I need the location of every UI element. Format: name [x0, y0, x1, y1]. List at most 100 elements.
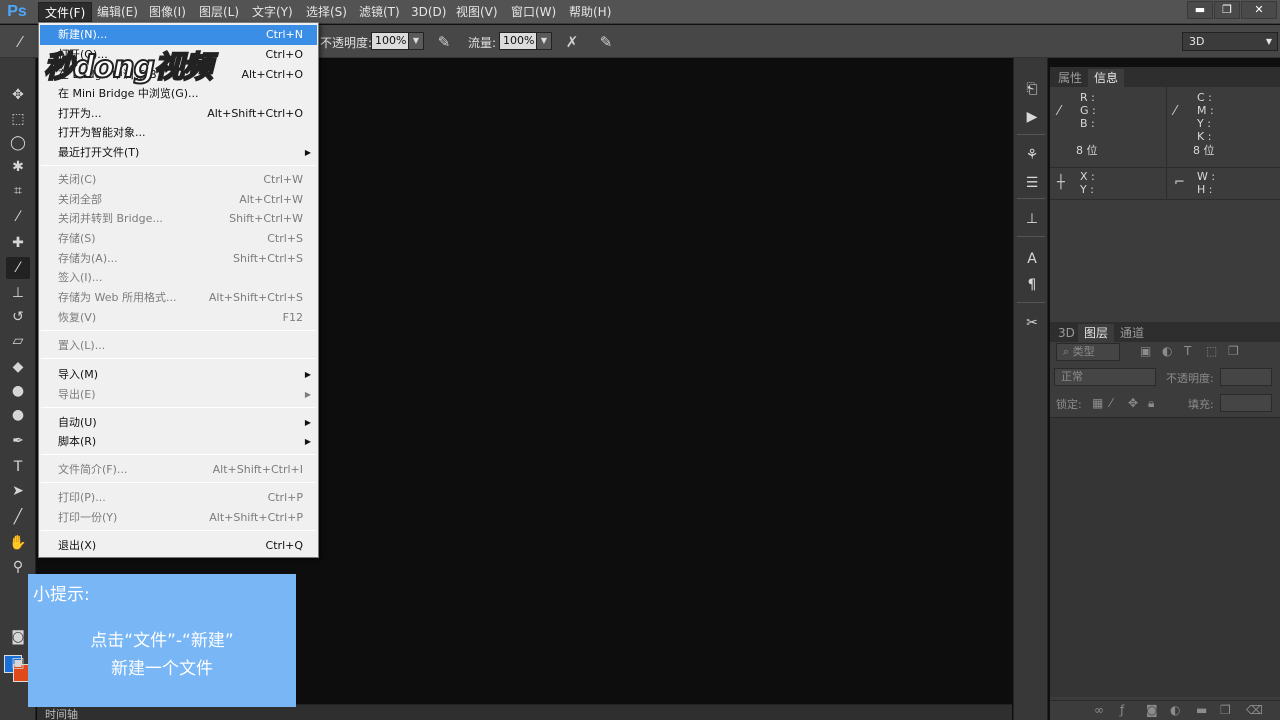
menu-window[interactable]: 窗口(W): [505, 2, 562, 22]
menu-3d[interactable]: 3D(D): [405, 2, 452, 22]
tab-3d[interactable]: 3D: [1052, 324, 1081, 342]
info-panel: 属性 信息 ⁄ R : G : B : 8 位 ⁄ C : M : Y : K …: [1050, 67, 1280, 322]
menu-select[interactable]: 选择(S): [300, 2, 353, 22]
lock-pixels-icon[interactable]: ⁄: [1110, 396, 1112, 410]
menu-edit[interactable]: 编辑(E): [91, 2, 144, 22]
magic-wand-tool-icon[interactable]: ✱: [6, 156, 30, 178]
new-layer-icon[interactable]: ❐: [1220, 703, 1231, 717]
opacity-dropdown-icon[interactable]: ▼: [408, 32, 424, 50]
type-filter-icon[interactable]: T: [1184, 344, 1191, 358]
restore-icon[interactable]: ❐: [1214, 1, 1240, 19]
blend-mode-select[interactable]: 正常: [1054, 368, 1156, 386]
pixel-filter-icon[interactable]: ▣: [1140, 344, 1151, 358]
tab-info[interactable]: 信息: [1088, 69, 1125, 87]
opacity-input[interactable]: 100%: [371, 32, 409, 50]
fill-input[interactable]: [1220, 394, 1272, 412]
search-icon: ⌕: [1063, 345, 1073, 358]
menu-item-label: 打印(P)...: [58, 491, 106, 504]
layer-mask-icon[interactable]: ◙: [1146, 703, 1158, 717]
tab-properties[interactable]: 属性: [1052, 69, 1088, 87]
flow-input[interactable]: 100%: [499, 32, 537, 50]
eyedropper-tool-icon[interactable]: ⁄: [6, 206, 30, 228]
paint-bucket-tool-icon[interactable]: ◆: [6, 356, 30, 378]
menu-filter[interactable]: 滤镜(T): [353, 2, 406, 22]
brush-settings-icon[interactable]: ☰: [1020, 172, 1044, 194]
menu-item-open-as[interactable]: 打开为... Alt+Shift+Ctrl+O: [40, 104, 317, 124]
tip-text-line2: 新建一个文件: [111, 659, 213, 679]
workspace-value: 3D: [1189, 35, 1205, 48]
menu-view[interactable]: 视图(V): [450, 2, 504, 22]
menu-type[interactable]: 文字(Y): [246, 2, 299, 22]
layer-filter-select[interactable]: ⌕ 类型: [1056, 343, 1120, 361]
airbrush-icon[interactable]: ✗: [562, 32, 582, 52]
menu-item-import[interactable]: 导入(M) ▶: [40, 365, 317, 385]
menu-item-recent-files[interactable]: 最近打开文件(T) ▶: [40, 143, 317, 163]
quick-mask-icon[interactable]: ◙: [6, 626, 30, 648]
adjustment-filter-icon[interactable]: ◐: [1162, 344, 1172, 358]
menu-item-open-smart-object[interactable]: 打开为智能对象...: [40, 123, 317, 143]
lock-transparency-icon[interactable]: ▦: [1092, 396, 1103, 410]
brush-presets-icon[interactable]: ⚘: [1020, 144, 1044, 166]
marquee-tool-icon[interactable]: ⬚: [6, 108, 30, 130]
brush-preset-icon[interactable]: ⁄: [10, 32, 30, 52]
menu-item-exit[interactable]: 退出(X) Ctrl+Q: [40, 536, 317, 556]
line-tool-icon[interactable]: ╱: [6, 506, 30, 528]
layer-style-icon[interactable]: ƒ: [1120, 703, 1124, 717]
healing-tool-icon[interactable]: ✚: [6, 232, 30, 254]
clone-source-icon[interactable]: ⊥: [1020, 208, 1044, 230]
lock-label: 锁定:: [1056, 398, 1082, 411]
layer-opacity-input[interactable]: [1220, 368, 1272, 386]
menu-item-shortcut: Ctrl+N: [265, 28, 303, 41]
stamp-tool-icon[interactable]: ⊥: [6, 282, 30, 304]
menu-bar: Ps 文件(F) 编辑(E) 图像(I) 图层(L) 文字(Y) 选择(S) 滤…: [0, 0, 1280, 24]
history-icon[interactable]: ⎗: [1020, 78, 1044, 100]
menu-item-export: 导出(E) ▶: [40, 385, 317, 405]
layer-opacity-label: 不透明度:: [1166, 372, 1214, 385]
flow-dropdown-icon[interactable]: ▼: [536, 32, 552, 50]
path-selection-tool-icon[interactable]: ➤: [6, 480, 30, 502]
character-icon[interactable]: A: [1020, 248, 1044, 270]
lasso-tool-icon[interactable]: ◯: [6, 132, 30, 154]
screen-mode-icon[interactable]: ▣: [6, 652, 30, 674]
zoom-tool-icon[interactable]: ⚲: [6, 556, 30, 578]
menu-item-label: 在 Mini Bridge 中浏览(G)...: [58, 87, 199, 100]
tab-layers[interactable]: 图层: [1078, 324, 1115, 342]
eraser-tool-icon[interactable]: ▱: [6, 330, 30, 352]
pressure-opacity-icon[interactable]: ✎: [434, 32, 454, 52]
delete-layer-icon[interactable]: ⌫: [1246, 703, 1263, 717]
tab-channels[interactable]: 通道: [1114, 324, 1150, 342]
menu-image[interactable]: 图像(I): [143, 2, 192, 22]
workspace-select[interactable]: 3D ▼: [1182, 32, 1278, 51]
hand-tool-icon[interactable]: ✋: [6, 532, 30, 554]
blur-tool-icon[interactable]: ●: [6, 380, 30, 402]
lock-all-icon[interactable]: 🔒︎: [1148, 396, 1154, 411]
pressure-size-icon[interactable]: ✎: [596, 32, 616, 52]
history-brush-tool-icon[interactable]: ↺: [6, 306, 30, 328]
adjustment-layer-icon[interactable]: ◐: [1170, 703, 1180, 717]
new-group-icon[interactable]: ▬: [1196, 703, 1207, 717]
menu-item-automate[interactable]: 自动(U) ▶: [40, 413, 317, 433]
menu-file[interactable]: 文件(F): [38, 2, 93, 22]
smart-object-filter-icon[interactable]: ❐: [1228, 344, 1239, 358]
link-layers-icon[interactable]: ∞: [1094, 703, 1104, 717]
menu-layer[interactable]: 图层(L): [193, 2, 245, 22]
crop-tool-icon[interactable]: ⌗: [6, 180, 30, 202]
menu-item-browse-mini-bridge[interactable]: 在 Mini Bridge 中浏览(G)...: [40, 84, 317, 104]
move-tool-icon[interactable]: ✥: [6, 84, 30, 106]
menu-item-label: 关闭(C): [58, 173, 97, 186]
type-tool-icon[interactable]: T: [6, 456, 30, 478]
menu-item-close: 关闭(C) Ctrl+W: [40, 170, 317, 190]
minimize-icon[interactable]: ▬: [1187, 1, 1213, 19]
actions-play-icon[interactable]: ▶: [1020, 106, 1044, 128]
dodge-tool-icon[interactable]: ●: [6, 404, 30, 426]
brush-tool-icon[interactable]: ⁄: [6, 257, 30, 279]
pen-tool-icon[interactable]: ✒: [6, 430, 30, 452]
menu-help[interactable]: 帮助(H): [563, 2, 617, 22]
shape-filter-icon[interactable]: ⬚: [1206, 344, 1217, 358]
lock-position-icon[interactable]: ✥: [1128, 396, 1138, 410]
paragraph-icon[interactable]: ¶: [1020, 274, 1044, 296]
tool-presets-icon[interactable]: ✂: [1020, 312, 1044, 334]
menu-item-scripts[interactable]: 脚本(R) ▶: [40, 432, 317, 452]
menu-item-label: 打开为智能对象...: [58, 126, 146, 139]
close-icon[interactable]: ✕: [1241, 1, 1277, 19]
